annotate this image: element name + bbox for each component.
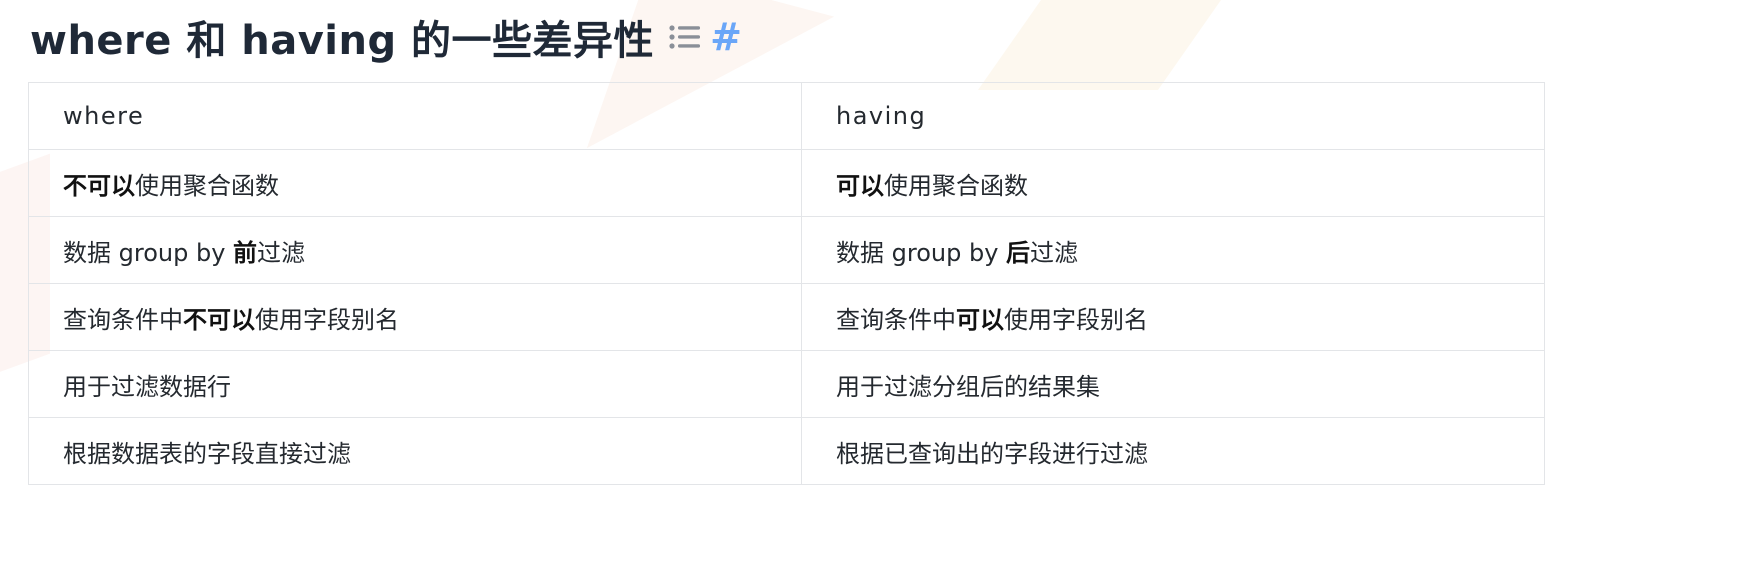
- emphasis-text: 可以: [836, 171, 884, 200]
- comparison-table: where having 不可以使用聚合函数 可以使用聚合函数 数据 group b…: [28, 82, 1545, 485]
- cell-text: 查询条件中: [63, 305, 183, 334]
- table-cell: 查询条件中不可以使用字段别名: [28, 283, 802, 351]
- table-cell: 查询条件中可以使用字段别名: [801, 283, 1545, 351]
- table-cell: 数据 group by 前过滤: [28, 216, 802, 284]
- table-cell: 根据已查询出的字段进行过滤: [801, 417, 1545, 485]
- cell-text: 使用聚合函数: [884, 171, 1028, 200]
- table-cell: 用于过滤数据行: [28, 350, 802, 418]
- cell-text: 使用字段别名: [255, 305, 399, 334]
- cell-text: 数据 group by: [63, 238, 234, 267]
- cell-text: 根据数据表的字段直接过滤: [63, 439, 351, 468]
- cell-text: 根据已查询出的字段进行过滤: [836, 439, 1148, 468]
- emphasis-text: 后: [1006, 238, 1031, 267]
- table-cell: 根据数据表的字段直接过滤: [28, 417, 802, 485]
- heading-anchor-link[interactable]: #: [710, 15, 742, 59]
- table-header-cell: having: [801, 82, 1545, 150]
- emphasis-text: 不可以: [183, 305, 255, 334]
- table-row: 不可以使用聚合函数 可以使用聚合函数: [28, 149, 1545, 217]
- emphasis-text: 不可以: [63, 171, 135, 200]
- cell-text: 用于过滤分组后的结果集: [836, 372, 1100, 401]
- cell-text: 使用聚合函数: [135, 171, 279, 200]
- table-cell: 可以使用聚合函数: [801, 149, 1545, 217]
- background-decoration: [977, 0, 1243, 90]
- table-row: 用于过滤数据行 用于过滤分组后的结果集: [28, 350, 1545, 418]
- table-row: 数据 group by 前过滤 数据 group by 后过滤: [28, 216, 1545, 284]
- table-cell: 不可以使用聚合函数: [28, 149, 802, 217]
- cell-text: 查询条件中: [836, 305, 956, 334]
- cell-text: 用于过滤数据行: [63, 372, 231, 401]
- cell-text: 使用字段别名: [1004, 305, 1148, 334]
- table-cell: 数据 group by 后过滤: [801, 216, 1545, 284]
- table-header-cell: where: [28, 82, 802, 150]
- cell-text: 数据 group by: [836, 238, 1007, 267]
- section-heading: where 和 having 的一些差异性 #: [30, 8, 742, 66]
- table-row: 查询条件中不可以使用字段别名 查询条件中可以使用字段别名: [28, 283, 1545, 351]
- emphasis-text: 可以: [956, 305, 1004, 334]
- table-cell: 用于过滤分组后的结果集: [801, 350, 1545, 418]
- cell-text: 过滤: [257, 238, 306, 267]
- cell-text: 过滤: [1030, 238, 1079, 267]
- page-title: where 和 having 的一些差异性: [30, 18, 655, 64]
- table-row: 根据数据表的字段直接过滤 根据已查询出的字段进行过滤: [28, 417, 1545, 485]
- list-icon[interactable]: [668, 22, 702, 52]
- emphasis-text: 前: [233, 238, 258, 267]
- table-header-row: where having: [28, 82, 1545, 150]
